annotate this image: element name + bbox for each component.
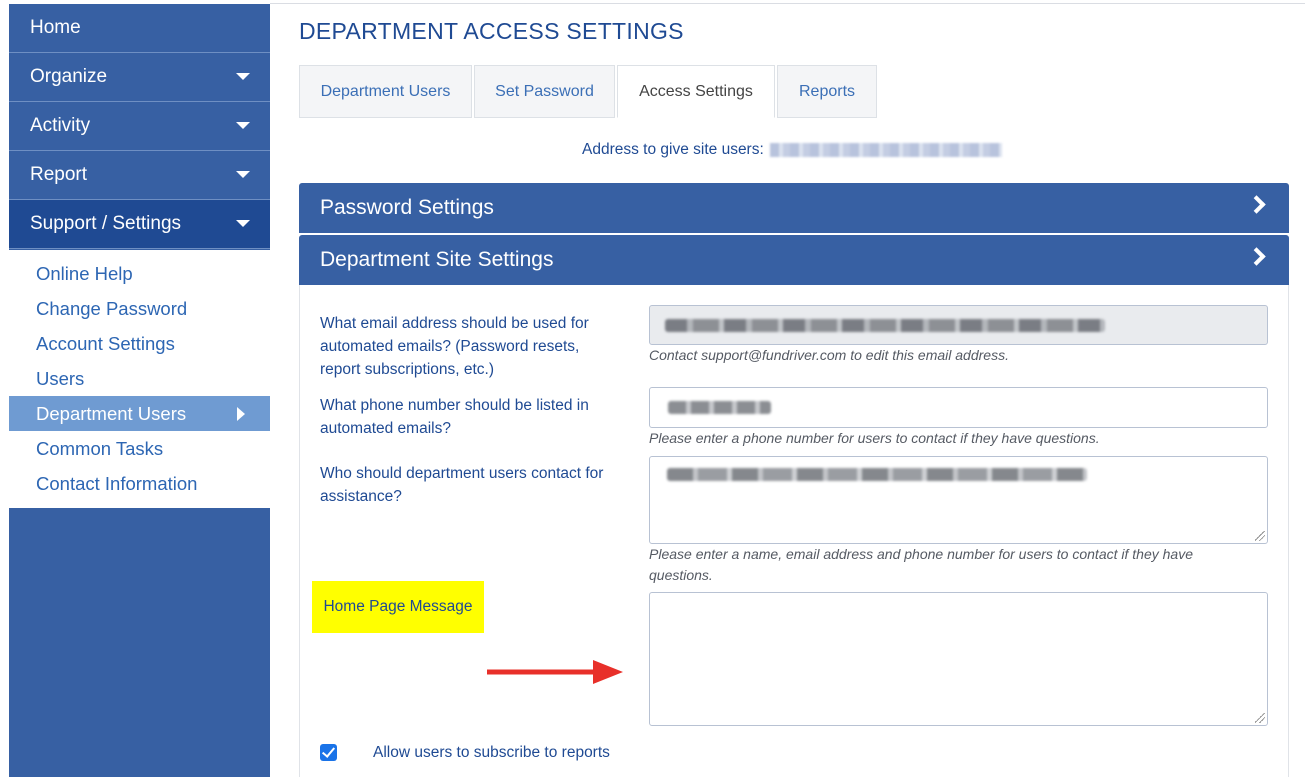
- caret-down-icon: [236, 73, 250, 80]
- contact-question-label: Who should department users contact for …: [320, 465, 604, 505]
- nav-item-organize[interactable]: Organize: [9, 53, 270, 102]
- phone-help-text: Please enter a phone number for users to…: [649, 430, 1100, 446]
- submenu-item-users[interactable]: Users: [9, 361, 270, 396]
- nav-label: Organize: [30, 66, 108, 87]
- support-submenu: Online Help Change Password Account Sett…: [9, 250, 270, 508]
- divider: [270, 3, 1305, 4]
- submenu-item-common-tasks[interactable]: Common Tasks: [9, 431, 270, 466]
- main-nav: Home Organize Activity Report Support / …: [9, 4, 270, 249]
- site-address-line: Address to give site users:: [582, 141, 1002, 159]
- automated-email-field: [649, 305, 1268, 345]
- submenu-label: Users: [36, 367, 85, 389]
- blurred-email-value: [665, 319, 1105, 332]
- nav-item-activity[interactable]: Activity: [9, 102, 270, 151]
- resize-handle-icon[interactable]: [1255, 531, 1265, 541]
- nav-label: Report: [30, 164, 88, 185]
- password-settings-panel-header[interactable]: Password Settings: [299, 183, 1289, 233]
- submenu-item-change-password[interactable]: Change Password: [9, 291, 270, 326]
- tab-set-password[interactable]: Set Password: [474, 65, 615, 118]
- nav-label: Activity: [30, 115, 91, 136]
- page-title: DEPARTMENT ACCESS SETTINGS: [299, 18, 684, 44]
- phone-question-label: What phone number should be listed in au…: [320, 397, 589, 437]
- submenu-label: Account Settings: [36, 332, 175, 354]
- home-page-message-label: Home Page Message: [312, 581, 484, 633]
- chevron-right-icon: [1247, 195, 1266, 214]
- caret-down-icon: [236, 171, 250, 178]
- submenu-item-online-help[interactable]: Online Help: [9, 256, 270, 291]
- tab-access-settings[interactable]: Access Settings: [617, 65, 775, 118]
- resize-handle-icon[interactable]: [1255, 713, 1265, 723]
- sidebar: Home Organize Activity Report Support / …: [9, 4, 270, 777]
- tab-department-users[interactable]: Department Users: [299, 65, 472, 118]
- nav-label: Home: [30, 17, 81, 38]
- panel-title: Department Site Settings: [320, 248, 554, 271]
- blurred-phone-value: [668, 401, 771, 414]
- app-root: Home Organize Activity Report Support / …: [0, 0, 1305, 777]
- caret-down-icon: [236, 220, 250, 227]
- subscribe-reports-label[interactable]: Allow users to subscribe to reports: [373, 744, 610, 762]
- email-help-text: Contact support@fundriver.com to edit th…: [649, 347, 1009, 363]
- nav-item-report[interactable]: Report: [9, 151, 270, 200]
- tab-bar: Department Users Set Password Access Set…: [299, 65, 879, 118]
- tab-reports[interactable]: Reports: [777, 65, 877, 118]
- submenu-item-contact-information[interactable]: Contact Information: [9, 466, 270, 501]
- department-site-settings-panel-header[interactable]: Department Site Settings: [299, 235, 1289, 285]
- submenu-item-department-users[interactable]: Department Users: [9, 396, 270, 431]
- nav-item-support-settings[interactable]: Support / Settings: [9, 200, 270, 249]
- phone-number-input[interactable]: [649, 387, 1268, 428]
- submenu-label: Online Help: [36, 262, 133, 284]
- contact-help-text: Please enter a name, email address and p…: [649, 546, 1193, 583]
- chevron-right-icon: [1247, 247, 1266, 266]
- site-address-label: Address to give site users:: [582, 141, 764, 158]
- home-page-message-textarea[interactable]: [649, 592, 1268, 726]
- main-content: DEPARTMENT ACCESS SETTINGS Department Us…: [270, 0, 1305, 777]
- red-arrow-icon: [487, 660, 623, 684]
- nav-label: Support / Settings: [30, 213, 182, 234]
- blurred-contact-value: [667, 468, 1087, 481]
- submenu-item-account-settings[interactable]: Account Settings: [9, 326, 270, 361]
- subscribe-reports-checkbox[interactable]: [320, 744, 337, 761]
- email-question-label: What email address should be used for au…: [320, 315, 589, 378]
- submenu-label: Department Users: [36, 402, 187, 424]
- caret-right-icon: [237, 407, 245, 421]
- panel-title: Password Settings: [320, 196, 494, 219]
- contact-assistance-textarea[interactable]: [649, 456, 1268, 544]
- submenu-label: Common Tasks: [36, 437, 164, 459]
- nav-item-home[interactable]: Home: [9, 4, 270, 53]
- submenu-label: Change Password: [36, 297, 188, 319]
- submenu-label: Contact Information: [36, 472, 198, 494]
- site-address-link[interactable]: [769, 143, 1002, 157]
- caret-down-icon: [236, 122, 250, 129]
